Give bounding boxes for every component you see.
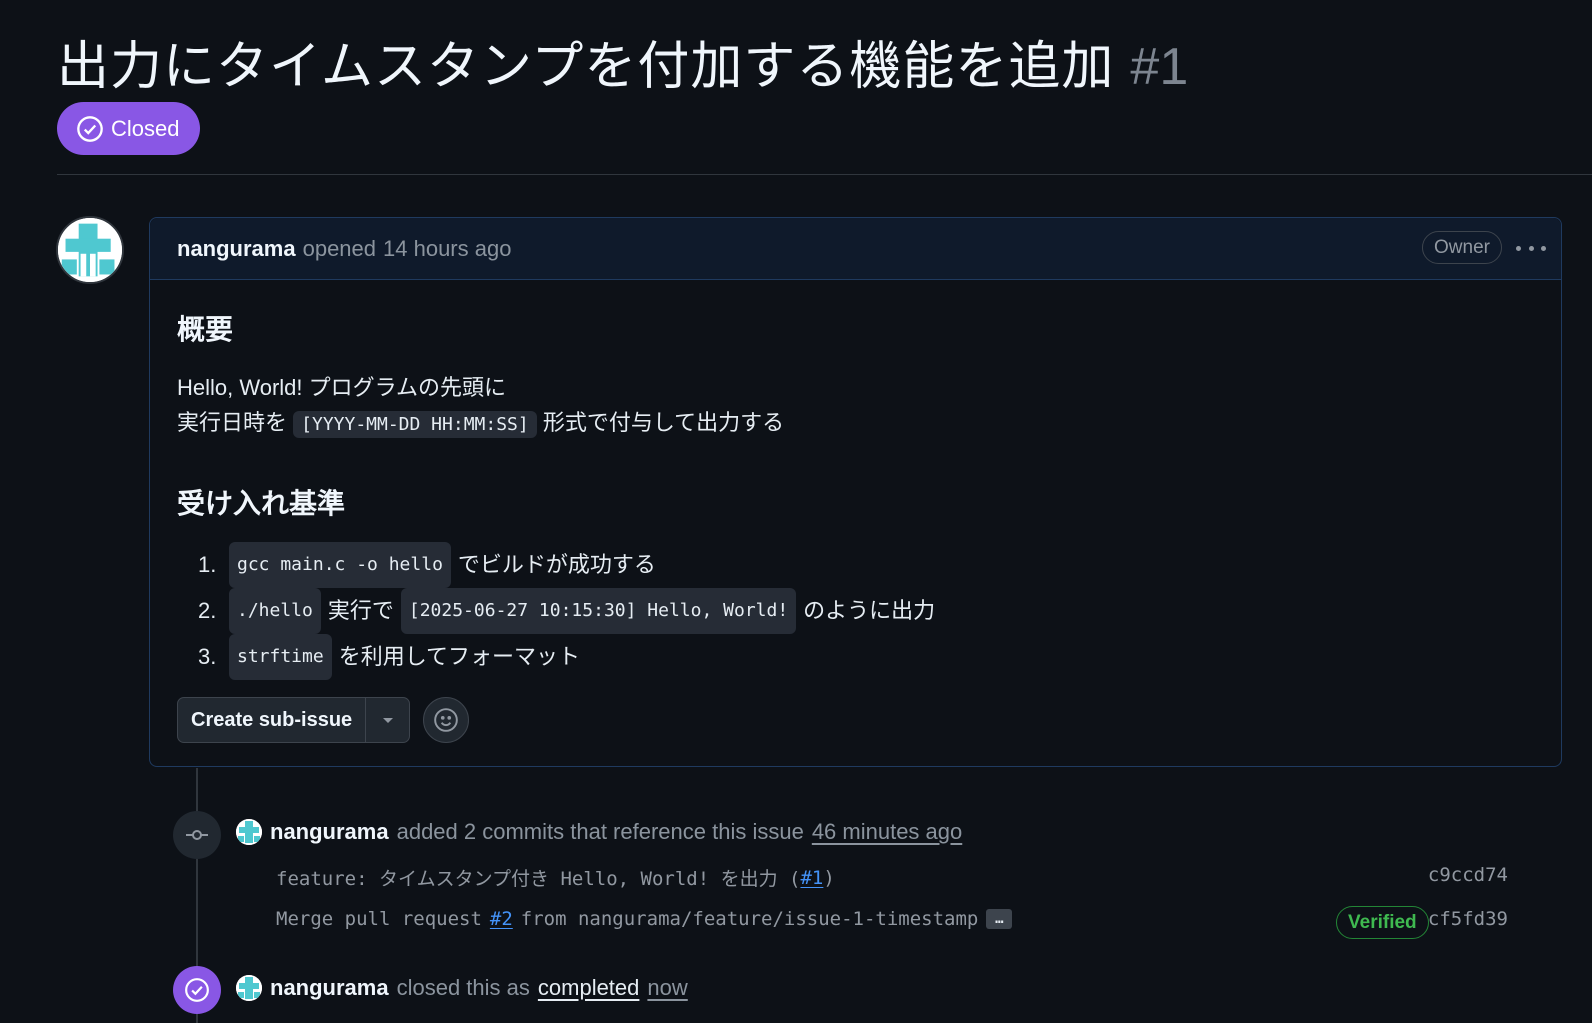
avatar-identicon	[58, 218, 122, 282]
kebab-menu-icon[interactable]	[1516, 238, 1546, 258]
comment-action: opened	[302, 235, 377, 261]
create-sub-issue-dropdown[interactable]	[365, 698, 409, 742]
commit-row: feature: タイムスタンプ付き Hello, World! を出力 (#1…	[276, 864, 835, 891]
issue-number: #1	[1130, 38, 1189, 96]
add-reaction-button[interactable]	[423, 697, 470, 743]
heading-summary: 概要	[177, 314, 234, 345]
list-number: 2.	[198, 598, 217, 623]
commit-message-suffix: )	[823, 866, 835, 889]
comment-actions: Create sub-issue	[177, 697, 470, 743]
list-number: 1.	[198, 552, 217, 577]
summary-text: 形式で付与して出力する	[542, 410, 785, 435]
create-sub-issue-button[interactable]: Create sub-issue	[178, 698, 365, 742]
list-text: を利用してフォーマット	[338, 644, 581, 669]
avatar[interactable]	[236, 819, 262, 845]
inline-code: ./hello	[229, 588, 321, 634]
verified-badge[interactable]: Verified	[1336, 906, 1429, 939]
owner-badge: Owner	[1422, 231, 1502, 264]
event-author[interactable]: nangurama	[270, 819, 389, 845]
issue-closed-icon	[173, 966, 221, 1014]
comment-header: nangurama opened 14 hours ago Owner	[150, 218, 1561, 280]
list-item: 3. strftime を利用してフォーマット	[198, 634, 1534, 680]
triangle-down-icon	[382, 718, 393, 723]
heading-acceptance: 受け入れ基準	[177, 488, 346, 519]
issue-link[interactable]: #1	[800, 867, 823, 889]
summary-line-1: Hello, World! プログラムの先頭に	[177, 375, 506, 400]
list-text: のように出力	[803, 598, 936, 623]
summary-text: 実行日時を	[177, 410, 288, 435]
event-text: closed this as	[396, 975, 530, 1000]
list-item: 1. gcc main.c -o hello でビルドが成功する	[198, 542, 1534, 588]
issue-title: 出力にタイムスタンプを付加する機能を追加	[57, 38, 1115, 96]
commit-message-suffix[interactable]: from nangurama/feature/issue-1-timestamp	[521, 908, 979, 930]
author-avatar[interactable]	[56, 216, 124, 284]
commit-sha[interactable]: c9ccd74	[1428, 864, 1508, 886]
git-commit-icon	[173, 811, 221, 859]
summary-line-2: 実行日時を [YYYY-MM-DD HH:MM:SS] 形式で付与して出力する	[177, 405, 1534, 442]
list-text: でビルドが成功する	[457, 552, 656, 577]
closed-event: nangurama closed this as completed now	[236, 975, 688, 1001]
expand-commit-button[interactable]: …	[986, 909, 1013, 929]
event-author[interactable]: nangurama	[270, 975, 389, 1001]
pull-request-link[interactable]: #2	[490, 908, 513, 930]
list-text: 実行で	[327, 598, 394, 623]
issue-title-row: 出力にタイムスタンプを付加する機能を追加 #1	[57, 24, 1188, 99]
header-divider	[57, 174, 1592, 175]
avatar[interactable]	[236, 975, 262, 1001]
list-number: 3.	[198, 644, 217, 669]
inline-code: [2025-06-27 10:15:30] Hello, World!	[400, 588, 797, 634]
event-time-link[interactable]: 46 minutes ago	[812, 819, 962, 845]
check-circle-icon	[77, 115, 103, 142]
list-item: 2. ./hello 実行で [2025-06-27 10:15:30] Hel…	[198, 588, 1534, 634]
inline-code: [YYYY-MM-DD HH:MM:SS]	[293, 411, 537, 438]
commits-event: nangurama added 2 commits that reference…	[236, 819, 962, 845]
create-sub-issue-group: Create sub-issue	[177, 697, 411, 743]
commit-message[interactable]: feature: タイムスタンプ付き Hello, World! を出力 (	[276, 864, 800, 891]
issue-comment: nangurama opened 14 hours ago Owner 概要 H…	[149, 217, 1562, 767]
issue-state-badge: Closed	[57, 102, 200, 155]
comment-author[interactable]: nangurama	[177, 236, 296, 262]
commit-sha[interactable]: cf5fd39	[1428, 908, 1508, 930]
commit-row: Merge pull request #2 from nangurama/fea…	[276, 908, 1013, 930]
inline-code: gcc main.c -o hello	[229, 542, 451, 588]
comment-body: 概要 Hello, World! プログラムの先頭に 実行日時を [YYYY-M…	[150, 280, 1561, 680]
comment-time[interactable]: 14 hours ago	[383, 236, 511, 262]
issue-state-label: Closed	[111, 115, 180, 141]
commit-message[interactable]: Merge pull request	[276, 908, 482, 930]
inline-code: strftime	[229, 634, 332, 680]
event-time-link[interactable]: now	[647, 975, 687, 1001]
smiley-icon	[434, 708, 458, 732]
acceptance-list: 1. gcc main.c -o hello でビルドが成功する 2. ./he…	[177, 542, 1534, 680]
close-reason-link[interactable]: completed	[538, 975, 640, 1001]
event-text: added 2 commits that reference this issu…	[396, 819, 804, 844]
